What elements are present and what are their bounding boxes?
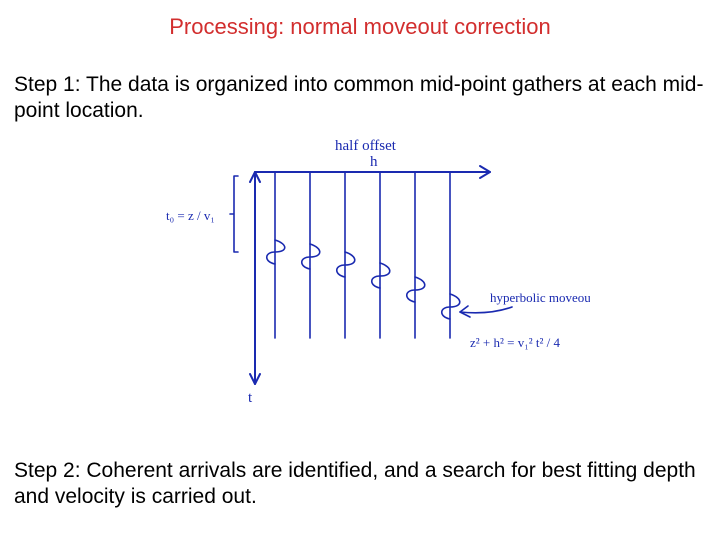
slide: Processing: normal moveout correction St…	[0, 0, 720, 540]
page-title: Processing: normal moveout correction	[0, 0, 720, 40]
axis-label-half-offset: half offset	[335, 138, 397, 154]
moveout-equation: z² + h² = v₁² t² / 4	[470, 335, 561, 350]
wavelets	[267, 240, 460, 319]
moveout-pointer-icon	[460, 307, 512, 313]
t0-label: t₀ = z / v₁	[166, 208, 215, 223]
axis-var-h: h	[370, 154, 378, 170]
moveout-pointer-arrow-icon	[460, 306, 470, 317]
axis-var-t: t	[248, 390, 253, 406]
moveout-label: hyperbolic moveout	[490, 290, 590, 305]
seismic-traces	[275, 172, 450, 338]
nmo-diagram: half offset h t t₀ = z / v₁	[160, 132, 590, 412]
step-2-text: Step 2: Coherent arrivals are identified…	[0, 458, 720, 511]
step-1-text: Step 1: The data is organized into commo…	[0, 72, 720, 125]
t0-bracket-icon	[230, 176, 238, 252]
